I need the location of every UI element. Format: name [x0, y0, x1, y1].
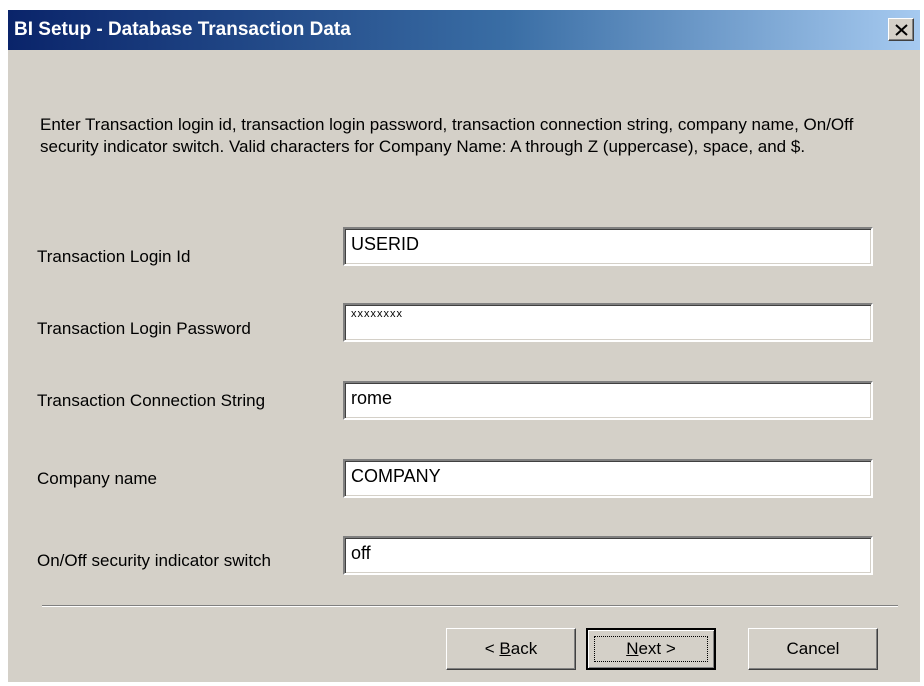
cancel-button[interactable]: Cancel: [748, 628, 878, 670]
login-id-input[interactable]: USERID: [343, 227, 873, 266]
back-button-label: < Back: [484, 639, 538, 658]
connection-string-label: Transaction Connection String: [37, 391, 266, 410]
login-id-label: Transaction Login Id: [37, 247, 191, 266]
close-button[interactable]: [888, 18, 914, 41]
login-password-label: Transaction Login Password: [37, 319, 251, 338]
next-button-label: Next >: [626, 639, 676, 658]
company-name-input[interactable]: COMPANY: [343, 459, 873, 498]
security-switch-input[interactable]: off: [343, 536, 873, 575]
separator-line: [42, 605, 898, 607]
window-title: BI Setup - Database Transaction Data: [14, 19, 351, 40]
back-button[interactable]: < Back: [446, 628, 576, 670]
connection-string-input[interactable]: rome: [343, 381, 873, 420]
instructions-text: Enter Transaction login id, transaction …: [40, 115, 854, 156]
company-name-label: Company name: [37, 469, 158, 488]
security-switch-label: On/Off security indicator switch: [37, 551, 271, 570]
title-bar[interactable]: BI Setup - Database Transaction Data: [8, 10, 920, 50]
login-password-input[interactable]: xxxxxxxx: [343, 303, 873, 342]
close-icon: [895, 24, 908, 36]
next-button[interactable]: Next >: [586, 628, 716, 670]
setup-dialog: BI Setup - Database Transaction Data Ent…: [8, 10, 920, 682]
cancel-button-label: Cancel: [786, 639, 840, 658]
